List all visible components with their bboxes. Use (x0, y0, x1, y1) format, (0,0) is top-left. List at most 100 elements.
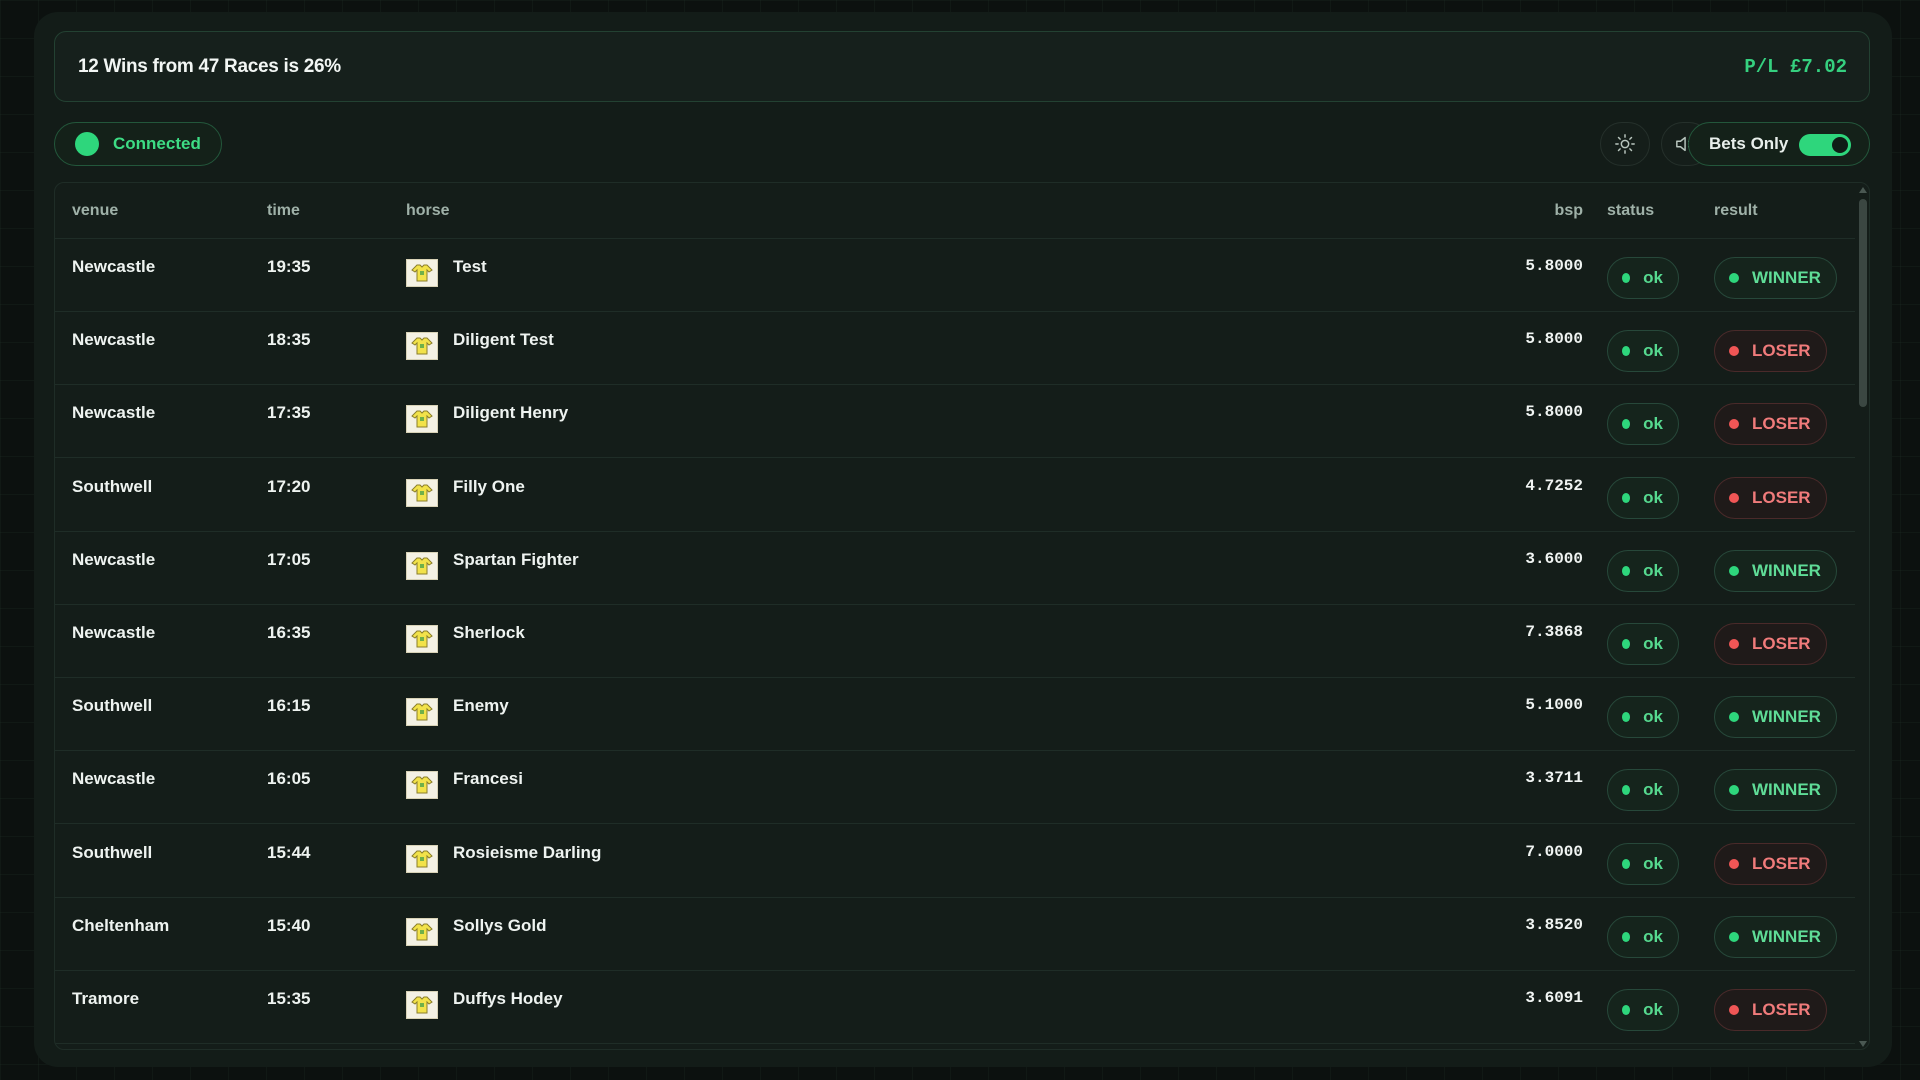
status-dot-icon (1622, 858, 1631, 869)
table-row[interactable]: Tramore 15:35 Duffys Hodey 3.6091 ok LOSER (55, 971, 1855, 1044)
status-badge: ok (1607, 403, 1679, 446)
cell-venue: Southwell (72, 476, 153, 496)
cell-time: 17:20 (267, 476, 311, 496)
status-dot-icon (1622, 492, 1631, 503)
result-label: WINNER (1752, 780, 1821, 800)
result-badge: LOSER (1714, 842, 1827, 885)
summary-bar: 12 Wins from 47 Races is 26% P/L £7.02 (54, 31, 1870, 102)
toggle-switch[interactable] (1799, 134, 1851, 156)
cell-bsp: 3.3711 (1525, 769, 1583, 788)
table-row[interactable]: Cheltenham 15:40 Sollys Gold 3.8520 ok WINNER (55, 898, 1855, 971)
cell-horse: Test (453, 257, 487, 276)
cell-horse: Sollys Gold (453, 915, 547, 935)
cell-time: 15:35 (267, 989, 311, 1008)
silk-thumbnail (406, 844, 438, 873)
cell-horse: Diligent Henry (453, 403, 569, 423)
cell-time: 17:05 (267, 549, 311, 569)
cell-venue: Cheltenham (72, 915, 170, 935)
status-label: ok (1643, 634, 1663, 653)
cell-time: 15:40 (267, 915, 311, 935)
cell-time: 17:35 (267, 403, 311, 423)
jockey-silk-icon (411, 557, 433, 575)
cell-time: 19:35 (267, 257, 311, 276)
cell-bsp: 3.6091 (1525, 989, 1583, 1007)
cell-venue: Southwell (72, 842, 153, 862)
status-badge: ok (1607, 769, 1679, 812)
cell-venue: Southwell (72, 696, 153, 716)
table-row[interactable]: Newcastle 17:35 Diligent Henry 5.8000 ok LOSE… (55, 385, 1855, 459)
result-dot-icon (1729, 1005, 1739, 1015)
cell-bsp: 3.6000 (1525, 549, 1583, 568)
sun-icon (1615, 134, 1635, 154)
header-result[interactable]: result (1714, 183, 1758, 238)
result-badge: WINNER (1714, 769, 1837, 812)
result-label: LOSER (1752, 853, 1811, 873)
header-status[interactable]: status (1607, 183, 1654, 238)
header-bsp[interactable]: bsp (1555, 183, 1583, 238)
result-dot-icon (1729, 858, 1739, 869)
brightness-button[interactable] (1600, 122, 1650, 166)
cell-venue: Newcastle (72, 403, 156, 423)
cell-bsp: 5.8000 (1525, 403, 1583, 422)
result-badge: LOSER (1714, 989, 1827, 1031)
cell-bsp: 3.8520 (1525, 915, 1583, 934)
table-row[interactable]: Newcastle 17:05 Spartan Fighter 3.6000 ok WIN… (55, 532, 1855, 605)
status-dot-icon (1622, 273, 1631, 283)
cell-horse: Francesi (453, 769, 523, 789)
header-horse[interactable]: horse (406, 183, 450, 238)
status-dot-icon (1622, 419, 1631, 430)
silk-thumbnail (406, 478, 438, 507)
connection-dot-icon (75, 132, 99, 156)
header-time[interactable]: time (267, 183, 300, 238)
status-badge: ok (1607, 696, 1679, 739)
jockey-silk-icon (411, 337, 433, 355)
cell-bsp: 5.1000 (1525, 696, 1583, 715)
result-label: LOSER (1752, 1000, 1811, 1019)
vertical-scrollbar[interactable] (1859, 187, 1867, 1047)
scroll-up-icon[interactable] (1859, 187, 1867, 193)
result-label: LOSER (1752, 414, 1811, 434)
cell-bsp: 7.3868 (1525, 623, 1583, 641)
status-label: ok (1643, 560, 1663, 580)
cell-horse: Enemy (453, 696, 509, 716)
cell-bsp: 5.8000 (1525, 330, 1583, 349)
connection-label: Connected (113, 134, 201, 153)
status-label: ok (1643, 414, 1663, 434)
scroll-down-icon[interactable] (1859, 1041, 1867, 1047)
jockey-silk-icon (411, 996, 433, 1014)
scrollbar-thumb[interactable] (1859, 199, 1867, 407)
result-badge: LOSER (1714, 330, 1827, 373)
result-dot-icon (1729, 712, 1739, 723)
status-label: ok (1643, 341, 1663, 361)
cell-horse: Duffys Hodey (453, 989, 563, 1008)
status-badge: ok (1607, 623, 1679, 665)
status-dot-icon (1622, 565, 1631, 576)
result-label: LOSER (1752, 487, 1811, 507)
cell-venue: Newcastle (72, 623, 156, 642)
result-dot-icon (1729, 492, 1739, 503)
table-row[interactable]: Newcastle 19:35 Test 5.8000 ok WINNER (55, 239, 1855, 312)
profit-loss-value: P/L £7.02 (1744, 55, 1847, 78)
cell-time: 16:15 (267, 696, 311, 716)
result-label: WINNER (1752, 560, 1821, 580)
cell-venue: Newcastle (72, 257, 156, 276)
result-badge: WINNER (1714, 696, 1837, 739)
table-row[interactable]: Southwell 17:20 Filly One 4.7252 ok LOSER (55, 459, 1855, 532)
bets-only-toggle[interactable]: Bets Only (1688, 122, 1870, 166)
cell-time: 16:05 (267, 769, 311, 789)
header-venue[interactable]: venue (72, 183, 118, 238)
jockey-silk-icon (411, 923, 433, 941)
result-label: WINNER (1752, 707, 1821, 727)
table-row[interactable]: Newcastle 18:35 Diligent Test 5.8000 ok LOSER (55, 312, 1855, 386)
status-badge: ok (1607, 330, 1679, 373)
table-row[interactable]: Southwell 16:15 Enemy 5.1000 ok WINNER (55, 678, 1855, 752)
connection-status-badge: Connected (54, 122, 222, 166)
result-badge: LOSER (1714, 476, 1827, 519)
silk-thumbnail (406, 259, 438, 287)
table-row[interactable]: Newcastle 16:35 Sherlock 7.3868 ok LOSER (55, 605, 1855, 678)
status-label: ok (1643, 853, 1663, 873)
result-dot-icon (1729, 565, 1739, 576)
table-row[interactable]: Newcastle 16:05 Francesi 3.3711 ok WINNER (55, 751, 1855, 825)
table-row[interactable]: Southwell 15:44 Rosieisme Darling 7.0000 ok L… (55, 825, 1855, 898)
status-dot-icon (1622, 1005, 1631, 1015)
